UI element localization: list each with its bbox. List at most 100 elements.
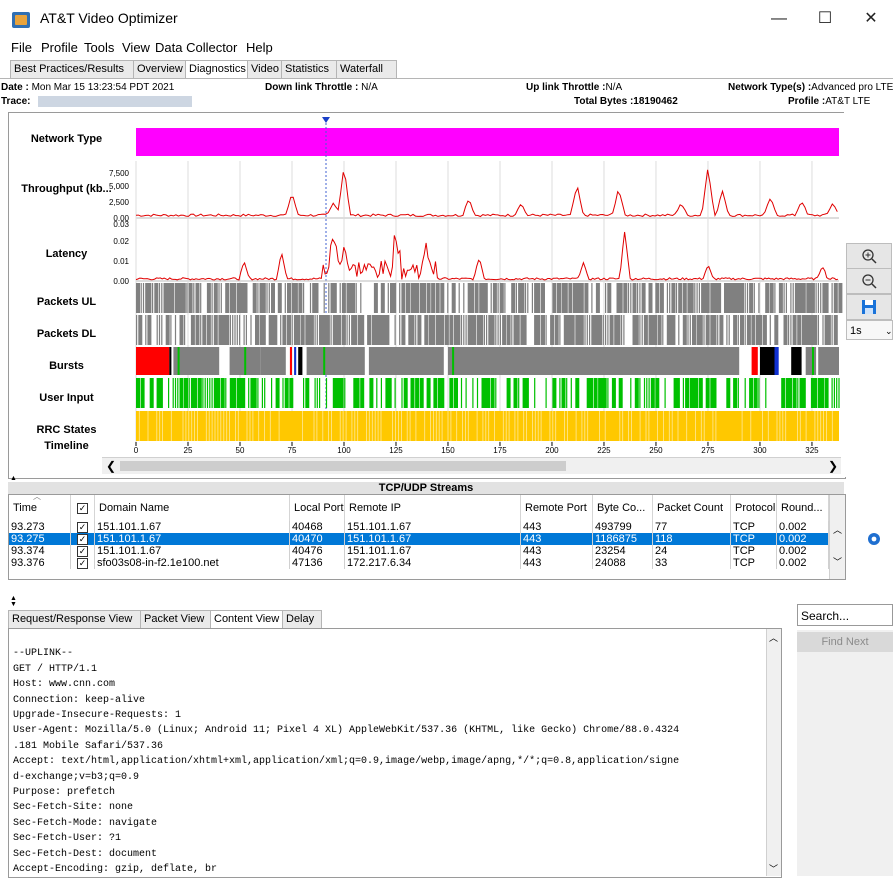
pk-ul-mark — [289, 283, 291, 313]
column-header-remote-ip[interactable]: Remote IP — [345, 495, 521, 521]
tab-delay[interactable]: Delay — [282, 610, 322, 628]
select-all-checkbox[interactable]: ✓ — [77, 503, 88, 514]
userinput-mark — [534, 378, 536, 408]
pk-ul-mark — [181, 283, 186, 313]
userinput-mark — [783, 378, 785, 408]
network-type-band — [136, 128, 839, 156]
userinput-mark — [172, 378, 174, 408]
tab-overview[interactable]: Overview — [133, 60, 191, 78]
menu-profile[interactable]: Profile — [41, 40, 78, 55]
scroll-up-icon[interactable]: ︿ — [769, 631, 778, 644]
table-cell-check[interactable]: ✓ — [71, 545, 95, 557]
content-view-pane[interactable]: --UPLINK-- GET / HTTP/1.1 Host: www.cnn.… — [8, 628, 782, 878]
burst-block — [805, 347, 817, 375]
search-input[interactable]: Search... — [797, 604, 893, 626]
userinput-mark — [797, 378, 799, 408]
pk-ul-mark — [749, 283, 754, 313]
table-cell-rip: 172.217.6.34 — [345, 557, 521, 569]
column-header-packet-count[interactable]: Packet Count — [653, 495, 731, 521]
pk-dl-mark — [689, 315, 691, 345]
pk-dl-mark — [149, 315, 151, 345]
rrc-gap — [488, 411, 490, 441]
row-checkbox[interactable]: ✓ — [77, 534, 88, 545]
scroll-down-icon[interactable]: ﹀ — [833, 555, 842, 568]
table-cell-check[interactable]: ✓ — [71, 533, 95, 545]
tab-waterfall[interactable]: Waterfall — [336, 60, 397, 78]
column-header-local-port[interactable]: Local Port — [290, 495, 345, 521]
table-row[interactable]: 93.275 ✓ 151.101.1.67 40470 151.101.1.67 443 1… — [9, 533, 829, 545]
minimize-button[interactable]: — — [757, 6, 801, 34]
pk-dl-mark — [234, 315, 236, 345]
menu-tools[interactable]: Tools — [84, 40, 114, 55]
menu-file[interactable]: File — [11, 40, 32, 55]
streams-vertical-scrollbar[interactable]: ︿ ﹀ — [829, 495, 845, 579]
table-cell-check[interactable]: ✓ — [71, 521, 95, 533]
tab-content-view[interactable]: Content View — [210, 610, 286, 629]
menu-data-collector[interactable]: Data Collector — [155, 40, 237, 55]
menu-view[interactable]: View — [122, 40, 150, 55]
column-header-protocol[interactable]: Protocol — [731, 495, 777, 521]
row-checkbox[interactable]: ✓ — [77, 558, 88, 569]
split-handle-icon[interactable]: ▲▼ — [10, 595, 17, 608]
table-row[interactable]: 93.273 ✓ 151.101.1.67 40468 151.101.1.67 443 4… — [9, 521, 829, 533]
find-next-button[interactable]: Find Next — [797, 632, 893, 652]
pk-dl-mark — [559, 315, 561, 345]
tab-packet-view[interactable]: Packet View — [140, 610, 214, 628]
pk-dl-mark — [316, 315, 318, 345]
pk-dl-mark — [502, 315, 507, 345]
pk-ul-mark — [705, 283, 710, 313]
close-button[interactable]: ✕ — [849, 6, 893, 34]
scroll-left-icon[interactable]: ❮ — [106, 459, 116, 473]
pk-ul-mark — [744, 283, 746, 313]
pk-dl-mark — [746, 315, 751, 345]
table-cell-rip: 151.101.1.67 — [345, 521, 521, 533]
userinput-mark — [174, 378, 177, 408]
chart-scroll-thumb[interactable] — [120, 461, 566, 471]
rrc-gap — [214, 411, 216, 441]
interval-select[interactable]: 1s ⌄ — [846, 320, 893, 340]
rrc-gap — [552, 411, 554, 441]
pk-dl-mark — [671, 315, 676, 345]
pk-dl-mark — [714, 315, 716, 345]
timeline-tick-label: 300 — [753, 446, 767, 455]
column-header-domain[interactable]: Domain Name — [95, 495, 290, 521]
table-cell-check[interactable]: ✓ — [71, 557, 95, 569]
pk-ul-mark — [303, 283, 305, 313]
tab-statistics[interactable]: Statistics — [281, 60, 342, 78]
save-chart-button[interactable] — [846, 294, 892, 320]
scroll-right-icon[interactable]: ❯ — [828, 459, 838, 473]
userinput-mark — [476, 378, 479, 408]
diagnostics-chart[interactable]: Network Type Throughput (kb... Latency P… — [8, 112, 846, 479]
row-checkbox[interactable]: ✓ — [77, 546, 88, 557]
zoom-in-button[interactable] — [846, 243, 892, 269]
column-header-remote-port[interactable]: Remote Port — [521, 495, 593, 521]
menu-help[interactable]: Help — [246, 40, 273, 55]
row-checkbox[interactable]: ✓ — [77, 522, 88, 533]
rrc-gap — [677, 411, 679, 441]
refresh-button[interactable] — [858, 528, 892, 550]
chart-horizontal-scrollbar[interactable]: ❮ ❯ — [102, 457, 841, 474]
table-row[interactable]: 93.374 ✓ 151.101.1.67 40476 151.101.1.67 443 2… — [9, 545, 829, 557]
zoom-out-button[interactable] — [846, 268, 892, 294]
tab-request-response[interactable]: Request/Response View — [8, 610, 144, 628]
scroll-up-icon[interactable]: ︿ — [833, 523, 842, 536]
userinput-mark — [149, 378, 154, 408]
column-header-byte-count[interactable]: Byte Co... — [593, 495, 653, 521]
pk-ul-mark — [785, 283, 787, 313]
tab-best-practices[interactable]: Best Practices/Results — [10, 60, 139, 78]
table-row[interactable]: 93.376 ✓ sfo03s08-in-f2.1e100.net 47136 172.… — [9, 557, 829, 569]
column-header-select-all[interactable]: ✓ — [71, 495, 95, 521]
maximize-button[interactable]: ☐ — [803, 6, 847, 34]
userinput-mark — [177, 378, 179, 408]
column-header-round-trip[interactable]: Round... — [777, 495, 829, 521]
streams-table[interactable]: Time ✓ Domain Name Local Port Remote IP … — [8, 492, 846, 580]
content-vertical-scrollbar[interactable]: ︿ ﹀ — [766, 629, 781, 876]
pk-ul-mark — [152, 283, 154, 313]
pk-ul-mark — [740, 283, 744, 313]
userinput-mark — [836, 378, 838, 408]
tab-diagnostics[interactable]: Diagnostics — [185, 60, 253, 79]
pk-ul-mark — [213, 283, 218, 313]
scroll-down-icon[interactable]: ﹀ — [769, 862, 778, 875]
timeline-tick-label: 0 — [134, 446, 139, 455]
pk-dl-mark — [785, 315, 787, 345]
